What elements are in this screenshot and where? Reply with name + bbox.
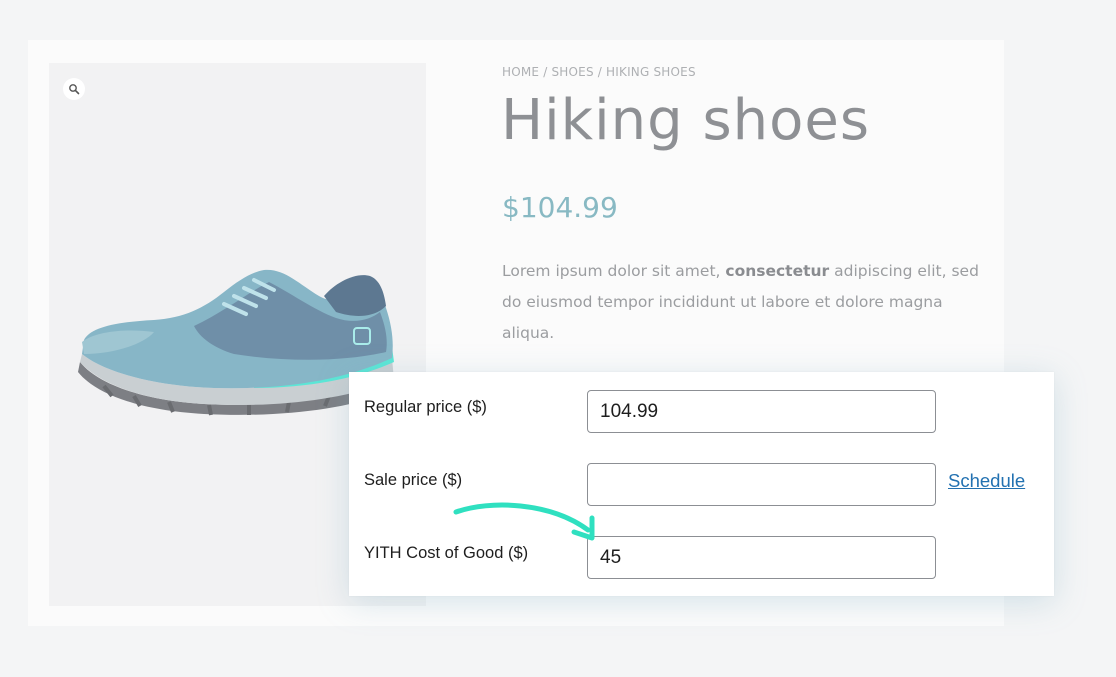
description-text-start: Lorem ipsum dolor sit amet, xyxy=(502,262,726,280)
sale-price-label: Sale price ($) xyxy=(364,471,463,489)
regular-price-label: Regular price ($) xyxy=(364,398,487,416)
description-bold-text: consectetur xyxy=(725,262,830,280)
magnifier-icon xyxy=(69,84,80,95)
curved-arrow-icon xyxy=(453,502,595,541)
regular-price-input[interactable] xyxy=(587,390,936,433)
product-price: $104.99 xyxy=(502,191,618,224)
sale-price-input[interactable] xyxy=(587,463,936,506)
zoom-button[interactable] xyxy=(63,78,85,100)
schedule-link[interactable]: Schedule xyxy=(948,470,1025,492)
cost-of-good-input[interactable] xyxy=(587,536,936,579)
breadcrumb: HOME / SHOES / HIKING SHOES xyxy=(502,65,696,79)
stage: HOME / SHOES / HIKING SHOES Hiking shoes… xyxy=(0,0,1116,677)
product-title: Hiking shoes xyxy=(501,88,871,153)
product-description: Lorem ipsum dolor sit amet, consectetur … xyxy=(502,256,992,349)
